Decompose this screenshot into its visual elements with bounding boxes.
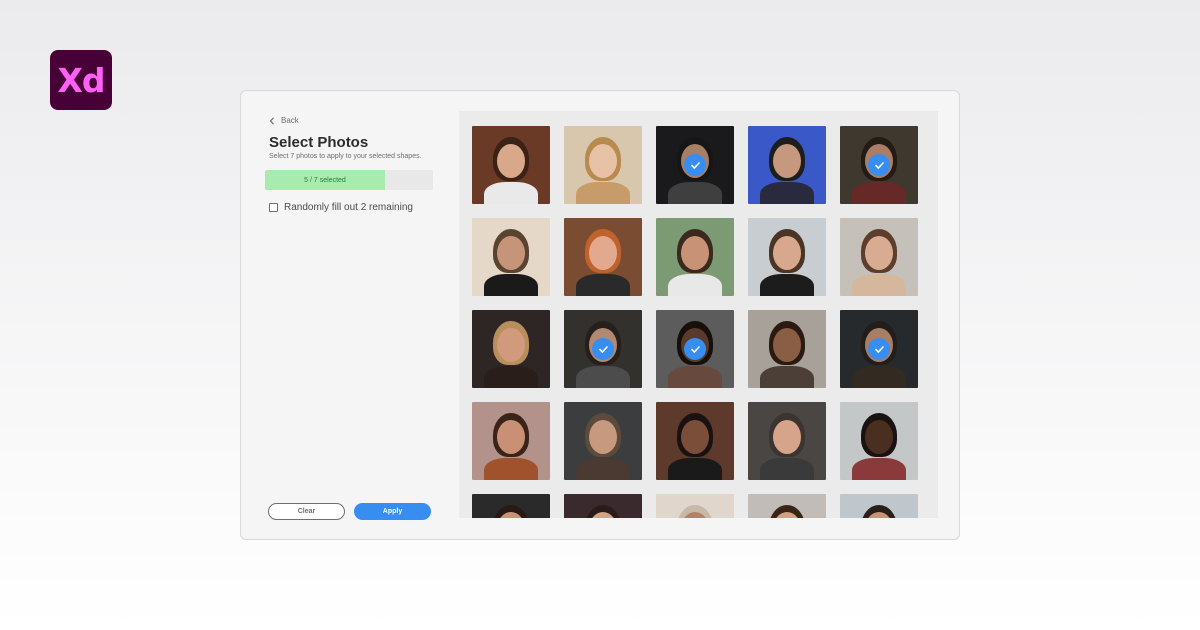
photo-person-face xyxy=(589,144,617,178)
photo-person-face xyxy=(865,420,893,454)
photo-person-face xyxy=(773,144,801,178)
photo-person-face xyxy=(497,236,525,270)
random-fill-label: Randomly fill out 2 remaining xyxy=(284,202,413,213)
photo-person-body xyxy=(668,274,722,296)
photo-person-body xyxy=(484,182,538,204)
back-link[interactable]: Back xyxy=(269,116,299,125)
photo-grid xyxy=(459,111,938,518)
photo-tile[interactable] xyxy=(472,402,550,480)
checkmark-icon xyxy=(868,338,890,360)
photo-tile[interactable] xyxy=(472,310,550,388)
photo-tile[interactable] xyxy=(564,310,642,388)
photo-person-body xyxy=(576,274,630,296)
photo-person-body xyxy=(576,458,630,480)
photo-person-face xyxy=(681,420,709,454)
photo-person-face xyxy=(589,420,617,454)
logo-text: Xd xyxy=(57,60,105,100)
apply-button[interactable]: Apply xyxy=(354,503,431,520)
photo-tile[interactable] xyxy=(656,402,734,480)
photo-tile[interactable] xyxy=(564,126,642,204)
progress-text: 5 / 7 selected xyxy=(304,176,346,184)
photo-tile[interactable] xyxy=(840,218,918,296)
photo-tile[interactable] xyxy=(472,218,550,296)
photo-tile[interactable] xyxy=(656,218,734,296)
photo-tile[interactable] xyxy=(656,494,734,518)
photo-person-face xyxy=(497,420,525,454)
photo-person-face xyxy=(681,236,709,270)
left-panel: Back Select Photos Select 7 photos to ap… xyxy=(241,91,453,539)
photo-tile[interactable] xyxy=(840,494,918,518)
photo-person-face xyxy=(497,328,525,362)
photo-tile[interactable] xyxy=(564,494,642,518)
photo-tile[interactable] xyxy=(472,126,550,204)
photo-tile[interactable] xyxy=(840,402,918,480)
photo-person-body xyxy=(484,274,538,296)
photo-person-body xyxy=(760,458,814,480)
photo-tile[interactable] xyxy=(748,310,826,388)
photo-person-face xyxy=(865,236,893,270)
page-subtitle: Select 7 photos to apply to your selecte… xyxy=(269,153,422,160)
photo-tile[interactable] xyxy=(840,126,918,204)
photo-tile[interactable] xyxy=(748,126,826,204)
photo-person-face xyxy=(497,144,525,178)
photo-person-body xyxy=(668,458,722,480)
select-photos-dialog: Back Select Photos Select 7 photos to ap… xyxy=(240,90,960,540)
photo-person-body xyxy=(760,366,814,388)
photo-tile[interactable] xyxy=(748,218,826,296)
random-fill-checkbox[interactable] xyxy=(269,203,278,212)
page-title: Select Photos xyxy=(269,134,369,151)
random-fill-option[interactable]: Randomly fill out 2 remaining xyxy=(269,202,413,213)
photo-tile[interactable] xyxy=(656,310,734,388)
photo-tile[interactable] xyxy=(748,402,826,480)
checkmark-icon xyxy=(868,154,890,176)
photo-person-face xyxy=(773,328,801,362)
photo-person-body xyxy=(484,366,538,388)
photo-person-body xyxy=(760,274,814,296)
photo-tile[interactable] xyxy=(564,218,642,296)
back-label: Back xyxy=(281,116,299,125)
photo-person-face xyxy=(773,420,801,454)
checkmark-icon xyxy=(684,338,706,360)
photo-person-body xyxy=(576,182,630,204)
photo-tile[interactable] xyxy=(656,126,734,204)
photo-person-body xyxy=(484,458,538,480)
photo-person-face xyxy=(773,236,801,270)
photo-person-face xyxy=(589,236,617,270)
photo-person-body xyxy=(852,458,906,480)
photo-tile[interactable] xyxy=(748,494,826,518)
clear-button[interactable]: Clear xyxy=(268,503,345,520)
chevron-left-icon xyxy=(269,116,274,125)
checkmark-icon xyxy=(592,338,614,360)
adobe-xd-logo: Xd xyxy=(50,50,112,110)
photo-person-body xyxy=(760,182,814,204)
photo-tile[interactable] xyxy=(840,310,918,388)
photo-tile[interactable] xyxy=(472,494,550,518)
selection-progress-bar: 5 / 7 selected xyxy=(265,170,433,190)
photo-person-body xyxy=(852,274,906,296)
photo-tile[interactable] xyxy=(564,402,642,480)
checkmark-icon xyxy=(684,154,706,176)
